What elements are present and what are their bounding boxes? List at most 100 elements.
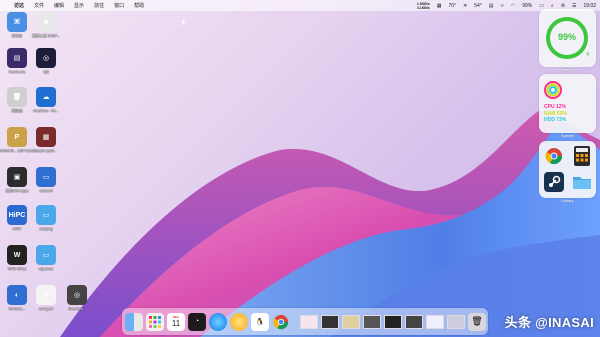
temperature-value[interactable]: 70° [448,3,456,9]
trash-icon[interactable]: 🗑 [468,312,486,331]
desktop-icon[interactable]: ◉ 截图工具 SSDP... [31,12,61,38]
desktop-icon[interactable]: ▭ cache.lif [31,167,61,193]
app-icon: HiPC [7,205,27,225]
desktop-icon-label: 截图工具 SSDP... [32,34,60,38]
notification-icon[interactable]: ☰ [572,3,576,9]
search-icon[interactable]: ⌕ [551,3,554,9]
battery-ring: 99% ⚡ [546,17,591,59]
minimized-window-4[interactable] [363,314,381,329]
desktop-icon-label: 系统XXX.apps [5,189,29,193]
app-icon: ▣ [7,167,27,187]
app-icon: ▭ [36,245,56,265]
watermark: 头条 @INASAI [504,315,594,330]
launchpad-icon[interactable] [146,312,164,331]
dock: DEC 11 ◔ 🐧 🗑 [122,308,488,335]
menu-view[interactable]: 显示 [74,2,84,9]
photos-icon[interactable] [230,312,248,331]
app-icon: ☁ [36,87,56,107]
steam-icon[interactable] [542,171,566,193]
calendar-day: 11 [171,319,181,328]
calendar-icon[interactable]: DEC 11 [167,312,185,331]
hdd-usage: HDD 73% [544,117,567,123]
calculator-icon[interactable] [570,145,594,167]
dashboard-icon[interactable]: ◔ [188,312,206,331]
temperature-value-2[interactable]: 54° [474,3,482,9]
battery-widget[interactable]: 99% ⚡ [539,9,596,67]
battery-icon[interactable]: ▭ [539,3,544,9]
wifi-icon[interactable]: ◠ [511,3,515,9]
desktop-icon[interactable]: ⌘ 启动台 [2,12,32,38]
desktop-icon[interactable]: ▭ sanyang [31,205,61,231]
chrome-icon[interactable] [542,145,566,167]
desktop-icon[interactable]: ▣ 系统XXX.apps [2,167,32,193]
minimized-window-1[interactable] [300,314,318,329]
app-icon: ◐ [7,285,27,305]
app-icon: ◎ [67,285,87,305]
menu-help[interactable]: 帮助 [134,2,144,9]
code-icon[interactable]: ‹› [501,3,504,9]
charging-icon: ⚡ [585,50,591,59]
desktop-icon[interactable]: ◐ Bit-Gate... [2,285,32,311]
menu-bar: 访达 文件 编辑 显示 前往 窗口 帮助 1.5KB/s 3.1KB/s ▦ 7… [0,0,600,11]
menu-window[interactable]: 窗口 [114,2,124,9]
minimized-window-3[interactable] [342,314,360,329]
app-icon: ✎ [36,285,56,305]
app-icon: ⌘ [7,12,27,32]
minimized-window-7[interactable] [426,314,444,329]
minimized-window-8[interactable] [447,314,465,329]
desktop-icon-label: cqLamos [38,267,54,271]
desktop-icon-label: OneDrive - Pe... [33,109,59,113]
desktop-icon[interactable]: ▤ DeskLoaa [2,48,32,74]
menu-file[interactable]: 文件 [34,2,44,9]
folder-icon[interactable] [570,171,594,193]
system-rings [544,81,562,99]
desktop-icon-label: WPS Office [7,267,27,271]
desktop-icon[interactable]: W WPS Office [2,245,32,271]
battery-value[interactable]: 99% [522,3,532,9]
cpu-icon[interactable]: ▦ [437,3,442,9]
desktop-icon-label: 启动台 [11,34,23,38]
plus-icon: + [180,15,188,29]
app-icon: ▦ [36,127,56,147]
desktop-icon[interactable]: 🗑 回收站 [2,87,32,113]
desktop-icon[interactable]: ▦ win10 sploit... [31,127,61,153]
minimized-window-2[interactable] [321,314,339,329]
menu-go[interactable]: 前往 [94,2,104,9]
desktop-icon[interactable]: PPLAYERUN... BATTLEGR... [0,127,39,153]
system-widget[interactable]: CPU 12% RAM 53% HDD 73% [539,74,596,133]
battery-percent: 99% [558,32,576,42]
desktop-icon[interactable]: ☁ OneDrive - Pe... [31,87,61,113]
app-icon: W [7,245,27,265]
desktop-icon[interactable]: ◎ Overlook... [62,285,92,311]
library-widget-label: Library [561,198,574,203]
cpu-usage: CPU 12% [544,104,566,110]
clock-time[interactable]: 19:02 [583,3,596,9]
minimized-window-6[interactable] [405,314,423,329]
desktop-icon[interactable]: ◎ QQ [31,48,61,74]
desktop-icon[interactable]: ✎ config.txt [31,285,61,311]
menu-app-name[interactable]: 访达 [14,2,24,9]
app-icon: ▭ [36,167,56,187]
desktop-icon-label: QQ [43,70,49,74]
desktop-icon-label: sanyang [39,227,53,231]
app-icon: 🗑 [7,87,27,107]
desktop-icon[interactable]: ▭ cqLamos [31,245,61,271]
menu-edit[interactable]: 编辑 [54,2,64,9]
fan-icon[interactable]: ✳ [463,3,467,9]
network-speed[interactable]: 1.5KB/s 3.1KB/s [417,2,430,10]
app-icon: ▭ [36,205,56,225]
browser-icon[interactable] [209,312,227,331]
finder-icon[interactable] [125,312,143,331]
system-widget-label: System [560,133,575,138]
desktop-icon[interactable]: HiPC HiPC [2,205,32,231]
control-center-icon[interactable]: ⊜ [561,3,565,9]
memory-icon[interactable]: ▤ [489,3,494,9]
chrome-dock-icon[interactable] [272,313,290,331]
desktop-icon-label: win10 sploit... [35,149,57,153]
qq-icon[interactable]: 🐧 [251,312,269,331]
desktop-icon-label: cache.lif [39,189,53,193]
battery-widget-label: Battery [561,67,574,72]
library-widget[interactable] [539,141,596,198]
minimized-window-5[interactable] [384,314,402,329]
desktop-icon-label: 回收站 [11,109,23,113]
